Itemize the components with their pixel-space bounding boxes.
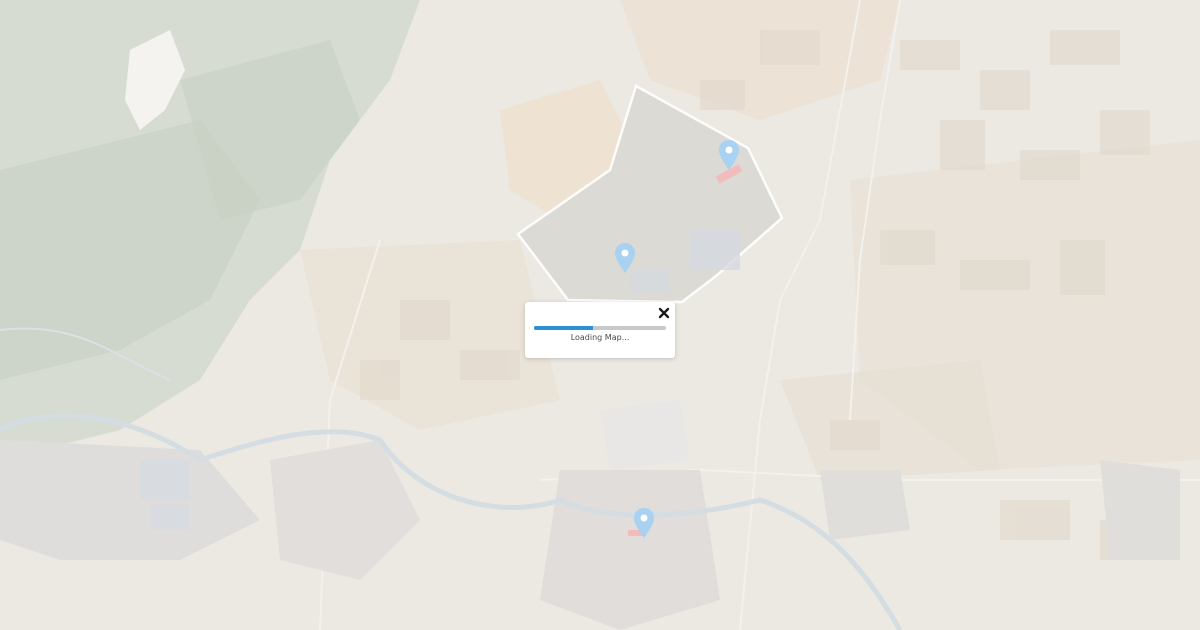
loading-text: Loading Map...	[570, 333, 630, 342]
map-view[interactable]: Loading Map...	[0, 0, 1200, 630]
close-icon[interactable]	[657, 306, 671, 320]
location-pin[interactable]	[633, 507, 655, 539]
loading-progress-fill	[534, 326, 594, 330]
loading-dialog: Loading Map...	[525, 302, 675, 358]
loading-progress-bar	[534, 326, 666, 330]
location-pin[interactable]	[718, 139, 740, 171]
location-pin[interactable]	[614, 242, 636, 274]
